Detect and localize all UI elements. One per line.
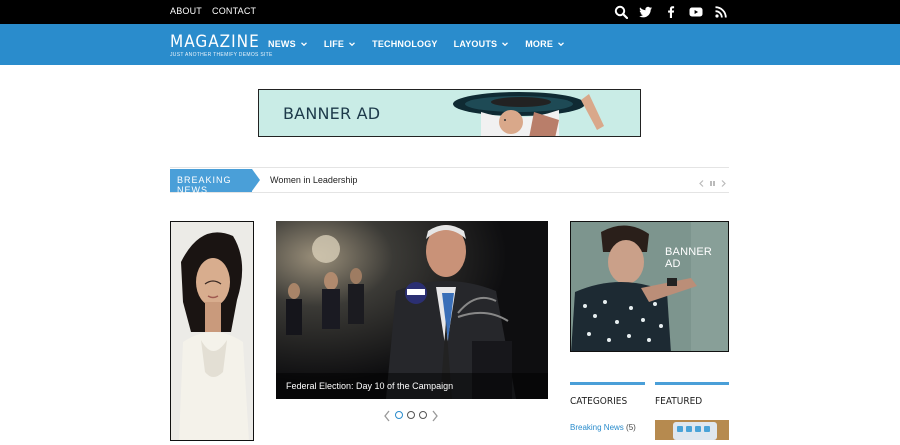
site-logo[interactable]: MAGAZINE JUST ANOTHER THEMIFY DEMOS SITE: [170, 33, 273, 58]
menu-item-label: LAYOUTS: [453, 39, 498, 49]
woman-portrait-image: [171, 222, 253, 440]
search-icon[interactable]: [614, 5, 629, 20]
menu-item-news[interactable]: NEWS: [268, 39, 308, 49]
rss-icon[interactable]: [714, 5, 728, 19]
top-links: ABOUT CONTACT: [170, 6, 256, 16]
about-link[interactable]: ABOUT: [170, 6, 202, 16]
chevron-right-icon[interactable]: [431, 409, 439, 422]
menu-item-technology[interactable]: TECHNOLOGY: [372, 39, 438, 49]
youtube-icon[interactable]: [689, 5, 703, 19]
slider-dot-2[interactable]: [407, 411, 415, 419]
chevron-right-icon[interactable]: [720, 175, 727, 187]
social-icons: [614, 5, 728, 20]
site-title[interactable]: MAGAZINE: [170, 33, 273, 51]
breaking-news-ticker: BREAKING NEWS Women in Leadership: [170, 167, 729, 195]
pause-icon[interactable]: [709, 175, 716, 186]
banner-ad-label: BANNER AD: [283, 104, 381, 123]
slider-dot-1[interactable]: [395, 411, 403, 419]
slider-pager: [383, 409, 439, 422]
featured-post-thumbnail[interactable]: [655, 420, 729, 440]
chevron-down-icon: [501, 40, 509, 48]
menu-item-layouts[interactable]: LAYOUTS: [454, 39, 510, 49]
chevron-down-icon: [348, 40, 356, 48]
menu-item-label: MORE: [525, 39, 554, 49]
sidebar-banner-ad[interactable]: BANNER AD: [570, 221, 729, 352]
facebook-icon[interactable]: [664, 5, 678, 19]
menu-item-label: LIFE: [323, 39, 345, 49]
categories-widget-title: CATEGORIES: [570, 382, 645, 407]
main-menu: NEWS LIFE TECHNOLOGY LAYOUTS MORE: [268, 39, 581, 49]
top-banner-ad[interactable]: BANNER AD: [258, 89, 641, 137]
breaking-news-tag: BREAKING NEWS: [170, 169, 260, 195]
menu-item-label: NEWS: [268, 39, 296, 49]
menu-item-more[interactable]: MORE: [525, 39, 565, 49]
top-bar: ABOUT CONTACT: [0, 0, 900, 24]
man-portrait-image: [571, 222, 728, 351]
chevron-left-icon[interactable]: [698, 175, 705, 187]
left-feature-image[interactable]: [170, 221, 254, 441]
banner-ad-label: BANNER AD: [665, 246, 713, 270]
main-navbar: MAGAZINE JUST ANOTHER THEMIFY DEMOS SITE…: [0, 24, 900, 65]
chevron-down-icon: [557, 40, 565, 48]
chevron-left-icon[interactable]: [383, 409, 391, 422]
site-tagline: JUST ANOTHER THEMIFY DEMOS SITE: [170, 52, 273, 58]
twitter-icon[interactable]: [639, 5, 653, 19]
chevron-down-icon: [300, 40, 308, 48]
slider-dot-3[interactable]: [419, 411, 427, 419]
category-count: (5): [626, 423, 636, 432]
menu-item-label: TECHNOLOGY: [372, 39, 438, 49]
menu-item-life[interactable]: LIFE: [324, 39, 356, 49]
slide-caption[interactable]: Federal Election: Day 10 of the Campaign: [276, 373, 548, 399]
contact-link[interactable]: CONTACT: [212, 6, 256, 16]
featured-slider[interactable]: Federal Election: Day 10 of the Campaign: [276, 221, 548, 399]
ticker-controls: [698, 175, 727, 187]
phone-image: [655, 420, 729, 440]
breaking-news-headline[interactable]: Women in Leadership: [270, 175, 357, 185]
category-item: Breaking News (5): [570, 423, 636, 432]
featured-widget-title: FEATURED: [655, 382, 729, 407]
category-link[interactable]: Breaking News: [570, 423, 624, 432]
